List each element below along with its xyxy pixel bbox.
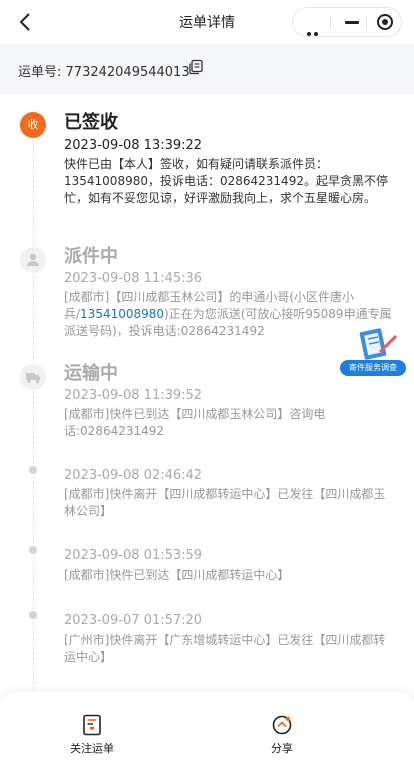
- event-time: 2023-09-07 01:57:20: [64, 613, 203, 628]
- survey-label: 寄件服务调查: [340, 360, 406, 376]
- transit-time: 2023-09-08 11:39:52: [64, 388, 203, 403]
- share-label: 分享: [271, 742, 293, 755]
- status-signed: 已签收: [64, 112, 118, 133]
- status-delivering: 派件中: [64, 246, 118, 267]
- capsule-divider: [366, 17, 367, 29]
- follow-waybill-label: 关注运单: [70, 742, 114, 755]
- follow-waybill-icon: [83, 714, 101, 736]
- waybill-text: 运单号: 773242049544013: [18, 61, 190, 80]
- survey-clipboard-icon: [359, 328, 398, 360]
- event-time: 2023-09-08 01:53:59: [64, 548, 203, 563]
- event-desc: [成都市]快件已到达【四川成都转运中心】: [64, 568, 290, 582]
- timeline-dot: [29, 466, 37, 474]
- close-target-icon[interactable]: [377, 14, 393, 30]
- timeline-line: [33, 120, 34, 690]
- mini-program-capsule: [292, 7, 402, 55]
- share-button[interactable]: 分享: [232, 714, 332, 756]
- follow-waybill-button[interactable]: 关注运单: [42, 714, 142, 756]
- event-desc: [成都市]快件离开【四川成都转运中心】已发往【四川成都玉林公司】: [64, 487, 386, 518]
- copy-icon[interactable]: [188, 59, 204, 75]
- timeline-dot: [29, 546, 37, 554]
- signed-time: 2023-09-08 13:39:22: [64, 138, 203, 153]
- waybill-label: 运单号:: [18, 65, 62, 80]
- truck-icon: [20, 364, 46, 390]
- delivering-time: 2023-09-08 11:45:36: [64, 271, 203, 286]
- more-icon[interactable]: [307, 21, 327, 55]
- status-transit: 运输中: [64, 363, 118, 384]
- capsule-divider: [330, 17, 331, 29]
- event-desc: [广州市]快件离开【广东增城转运中心】已发往【四川成都转运中心】: [64, 633, 386, 664]
- timeline-dot: [29, 611, 37, 619]
- share-icon: [272, 715, 292, 735]
- event-time: 2023-09-08 02:46:42: [64, 468, 203, 483]
- waybill-bar: 运单号: 773242049544013: [0, 44, 414, 94]
- courier-phone-link[interactable]: 13541008980: [80, 307, 164, 321]
- waybill-number: 773242049544013: [65, 65, 190, 80]
- nav-bar: 运单详情: [0, 0, 414, 55]
- signed-badge: 收: [20, 112, 46, 138]
- courier-icon: [20, 247, 46, 273]
- survey-float-button[interactable]: 寄件服务调查: [340, 328, 406, 376]
- transit-desc: [成都市]快件已到达【四川成都玉林公司】咨询电话:02864231492: [64, 407, 326, 438]
- signed-desc: 快件已由【本人】签收，如有疑问请联系派件员：13541008980，投诉电话：0…: [64, 157, 388, 205]
- bottom-bar: 关注运单 分享: [0, 692, 414, 780]
- minimize-icon[interactable]: [345, 21, 359, 24]
